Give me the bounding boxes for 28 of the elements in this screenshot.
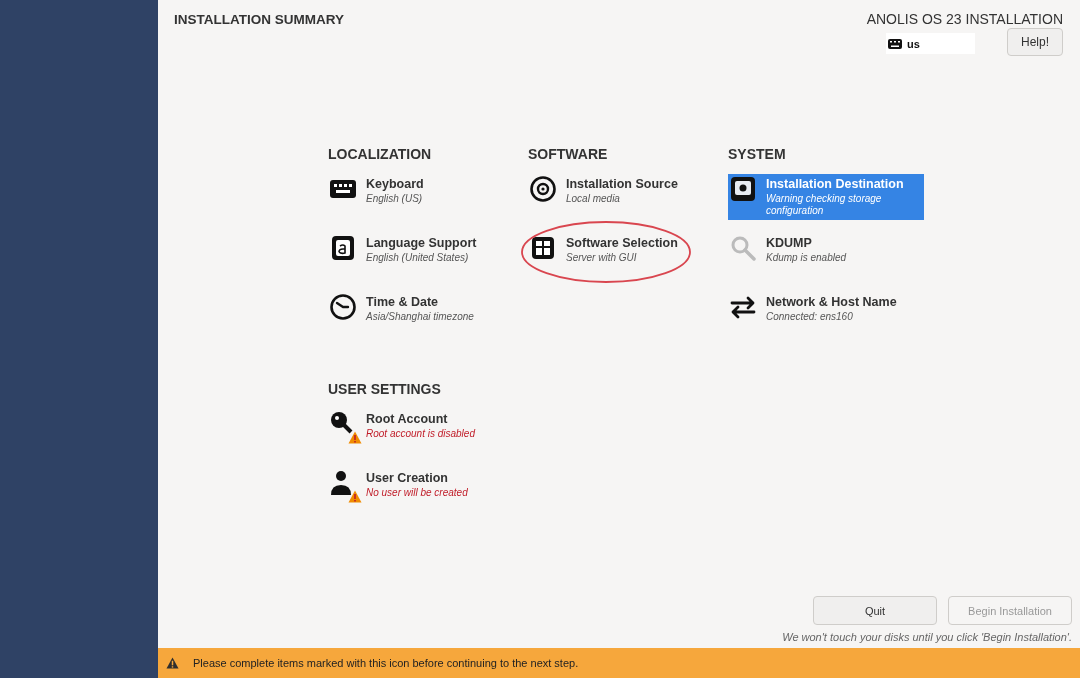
section-heading: LOCALIZATION <box>328 146 433 164</box>
hub-spoke[interactable]: Time & Date Asia/Shanghai timezone <box>328 292 524 326</box>
product-title: ANOLIS OS 23 INSTALLATION <box>866 11 1063 27</box>
language-icon <box>329 234 357 262</box>
disc-icon <box>529 175 557 203</box>
hub-spoke[interactable]: Keyboard English (US) <box>328 174 524 208</box>
package-icon <box>529 234 557 262</box>
hub-spoke[interactable]: KDUMP Kdump is enabled <box>728 233 924 267</box>
hub-spoke[interactable]: Installation Destination Warning checking storage configuration <box>728 174 924 220</box>
hub-spoke[interactable]: Language Support English (United States) <box>328 233 524 267</box>
section-heading: USER SETTINGS <box>328 381 442 399</box>
warning-icon <box>166 657 179 669</box>
warning-message: Please complete items marked with this icon before continuing to the next step. <box>193 657 579 669</box>
keyboard-icon <box>888 38 902 49</box>
keyboard-layout-indicator[interactable]: us <box>886 33 975 54</box>
hub-spoke[interactable]: Software Selection Server with GUI <box>528 233 724 267</box>
section-heading: SYSTEM <box>728 146 787 164</box>
search-icon <box>729 234 757 262</box>
hub-spoke[interactable]: Root Account Root account is disabled <box>328 409 524 443</box>
section-heading: SOFTWARE <box>528 146 609 164</box>
action-button[interactable]: Quit <box>813 596 937 625</box>
hub-spoke[interactable]: User Creation No user will be created <box>328 468 524 502</box>
clock-icon <box>329 293 357 321</box>
hub-spoke[interactable]: Network & Host Name Connected: ens160 <box>728 292 924 326</box>
page-title: INSTALLATION SUMMARY <box>174 12 344 29</box>
info-note: We won't touch your disks until you click 'Begin Installation'. <box>782 631 1072 643</box>
hub-spoke[interactable]: Installation Source Local media <box>528 174 724 208</box>
help-button[interactable]: Help! <box>1007 28 1063 56</box>
